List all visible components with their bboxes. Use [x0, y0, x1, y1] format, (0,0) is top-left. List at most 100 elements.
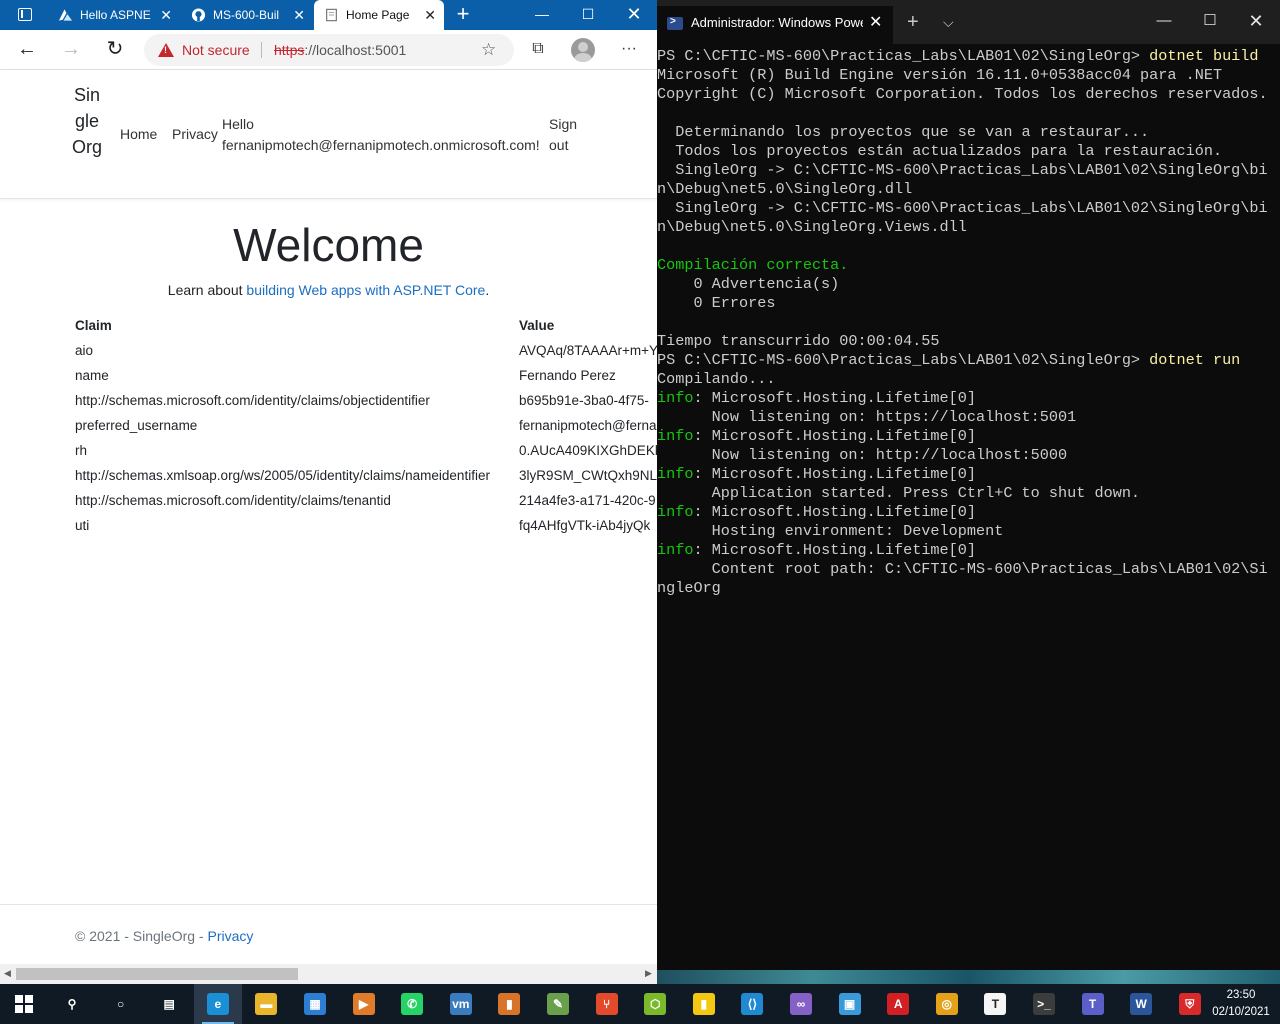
footer-privacy-link[interactable]: Privacy — [208, 928, 254, 944]
hello-label: Hello — [222, 116, 254, 132]
task-view-icon: ▤ — [158, 993, 181, 1015]
tab-strip: Hello ASPNE ✕ MS-600-Buil ✕ Home Page ✕ … — [0, 0, 657, 30]
claim-cell: http://schemas.xmlsoap.org/ws/2005/05/id… — [75, 468, 490, 483]
start-button[interactable] — [0, 984, 48, 1024]
collections-icon[interactable]: ⧉ — [525, 38, 551, 62]
minimize-button[interactable]: — — [1141, 6, 1187, 36]
taskbar-app-git[interactable]: ⑂ — [583, 984, 631, 1024]
system-clock[interactable]: 23:50 02/10/2021 — [1206, 987, 1276, 1021]
page-icon — [326, 8, 337, 22]
taskbar-app-whatsapp[interactable]: ✆ — [388, 984, 436, 1024]
table-row: http://schemas.xmlsoap.org/ws/2005/05/id… — [75, 468, 657, 493]
terminal-line: info: Microsoft.Hosting.Lifetime[0] — [657, 503, 977, 521]
taskbar: ⚲ ○ ▤ e ▬ ▦ ▶ ✆ vm ▮ ✎ ⑂ ⬡ ▮ ⟨⟩ ∞ ▣ A ◎ T >_ T W ⛨ 23:50 02/10/… — [0, 984, 1280, 1024]
taskbar-app-image-app[interactable]: ▣ — [826, 984, 874, 1024]
minimize-button[interactable]: — — [519, 0, 565, 30]
user-email: fernanipmotech@fernanipmotech.onmicrosof… — [222, 137, 540, 153]
terminal-line: Compilando... — [657, 370, 776, 388]
security-indicator[interactable]: Not secure — [182, 34, 250, 66]
nav-signout[interactable]: Sign out — [549, 114, 583, 156]
taskbar-app-media-player[interactable]: ▶ — [340, 984, 388, 1024]
taskbar-app-typora[interactable]: T — [971, 984, 1019, 1024]
claim-cell: http://schemas.microsoft.com/identity/cl… — [75, 393, 430, 408]
taskbar-app-acrobat[interactable]: A — [874, 984, 922, 1024]
close-window-button[interactable]: ✕ — [611, 0, 657, 30]
terminal-line: Content root path: C:\CFTIC-MS-600\Pract… — [657, 560, 1268, 578]
refresh-button[interactable]: ↻ — [102, 38, 128, 62]
warning-icon — [158, 43, 174, 57]
taskbar-app-cortana[interactable]: ○ — [97, 984, 145, 1024]
tab-label: Home Page — [346, 8, 410, 22]
desktop-wallpaper-strip — [657, 970, 1280, 984]
table-row: rh 0.AUcA409KIXGhDEKb — [75, 443, 657, 468]
taskbar-app-package[interactable]: ▮ — [485, 984, 533, 1024]
maximize-button[interactable]: ☐ — [1187, 6, 1233, 36]
antivirus-icon: ⛨ — [1178, 993, 1201, 1015]
close-icon[interactable]: ✕ — [160, 0, 172, 30]
taskbar-app-task-view[interactable]: ▤ — [145, 984, 193, 1024]
paint-icon: ✎ — [547, 993, 569, 1015]
tab-hello-aspnet[interactable]: Hello ASPNE ✕ — [48, 0, 180, 30]
more-options-icon[interactable]: ··· — [616, 38, 642, 62]
nav-privacy[interactable]: Privacy — [172, 124, 218, 145]
table-row: name Fernando Perez — [75, 368, 657, 393]
learn-text: Learn about building Web apps with ASP.N… — [0, 282, 657, 298]
claim-cell: rh — [75, 443, 88, 458]
vscode-icon: ⟨⟩ — [741, 993, 764, 1015]
new-tab-button[interactable]: + — [448, 2, 478, 28]
back-button[interactable]: ← — [14, 38, 40, 62]
horizontal-scrollbar[interactable]: ◀ ▶ — [0, 964, 657, 984]
terminal-window: Administrador: Windows PowerShell ✕ + ⌵ … — [657, 0, 1280, 970]
taskbar-app-powerbi[interactable]: ▮ — [680, 984, 728, 1024]
taskbar-app-terminal[interactable]: >_ — [1020, 984, 1068, 1024]
search-icon: ⚲ — [61, 993, 83, 1015]
tab-ms600[interactable]: MS-600-Buil ✕ — [181, 0, 313, 30]
taskbar-app-store[interactable]: ▦ — [291, 984, 339, 1024]
taskbar-app-edge[interactable]: e — [193, 984, 242, 1024]
tab-home-page[interactable]: Home Page ✕ — [314, 0, 444, 30]
scrollbar-thumb[interactable] — [16, 968, 298, 980]
value-cell: 3lyR9SM_CWtQxh9NLv — [519, 468, 657, 483]
chrome-icon: ◎ — [935, 993, 958, 1015]
whatsapp-icon: ✆ — [401, 993, 424, 1015]
close-icon[interactable]: ✕ — [424, 0, 436, 30]
terminal-output[interactable]: PS C:\CFTIC-MS-600\Practicas_Labs\LAB01\… — [657, 47, 1280, 598]
url-text: https://localhost:5001 — [274, 34, 406, 66]
nav-hello-user[interactable]: Hello fernanipmotech@fernanipmotech.onmi… — [222, 114, 552, 156]
scroll-left-icon[interactable]: ◀ — [4, 968, 11, 979]
close-icon[interactable]: ✕ — [293, 0, 305, 30]
terminal-line: info: Microsoft.Hosting.Lifetime[0] — [657, 427, 977, 445]
url-input[interactable]: Not secure https://localhost:5001 ☆ — [144, 34, 514, 66]
scroll-right-icon[interactable]: ▶ — [645, 968, 652, 979]
tab-actions-icon[interactable] — [8, 5, 40, 25]
table-row: http://schemas.microsoft.com/identity/cl… — [75, 393, 657, 418]
nav-home[interactable]: Home — [120, 124, 157, 145]
site-brand[interactable]: SingleOrg — [72, 82, 102, 160]
chevron-down-icon[interactable]: ⌵ — [943, 8, 954, 36]
close-window-button[interactable]: ✕ — [1233, 6, 1279, 36]
value-header: Value — [519, 318, 555, 333]
typora-icon: T — [984, 993, 1007, 1015]
forward-button[interactable]: → — [58, 38, 84, 62]
terminal-tab[interactable]: Administrador: Windows PowerShell ✕ — [657, 6, 893, 44]
taskbar-app-search[interactable]: ⚲ — [48, 984, 96, 1024]
aspnet-docs-link[interactable]: building Web apps with ASP.NET Core — [246, 282, 485, 298]
taskbar-app-vmware[interactable]: vm — [437, 984, 485, 1024]
maximize-button[interactable]: ☐ — [565, 0, 611, 30]
add-favorite-icon[interactable]: ☆ — [481, 34, 496, 66]
new-terminal-tab-button[interactable]: + — [907, 8, 919, 36]
taskbar-app-chrome[interactable]: ◎ — [923, 984, 971, 1024]
terminal-line: Determinando los proyectos que se van a … — [657, 123, 1150, 141]
taskbar-app-tool[interactable]: ⬡ — [631, 984, 679, 1024]
avatar[interactable] — [571, 38, 595, 62]
taskbar-app-teams[interactable]: T — [1069, 984, 1117, 1024]
taskbar-app-word[interactable]: W — [1117, 984, 1165, 1024]
taskbar-app-file-explorer[interactable]: ▬ — [242, 984, 290, 1024]
taskbar-app-paint[interactable]: ✎ — [534, 984, 582, 1024]
taskbar-app-visual-studio[interactable]: ∞ — [777, 984, 825, 1024]
close-icon[interactable]: ✕ — [869, 6, 882, 40]
clock-date: 02/10/2021 — [1212, 1006, 1270, 1018]
taskbar-app-vscode[interactable]: ⟨⟩ — [728, 984, 776, 1024]
claim-cell: name — [75, 368, 109, 383]
value-cell: AVQAq/8TAAAAr+m+Y — [519, 343, 657, 358]
